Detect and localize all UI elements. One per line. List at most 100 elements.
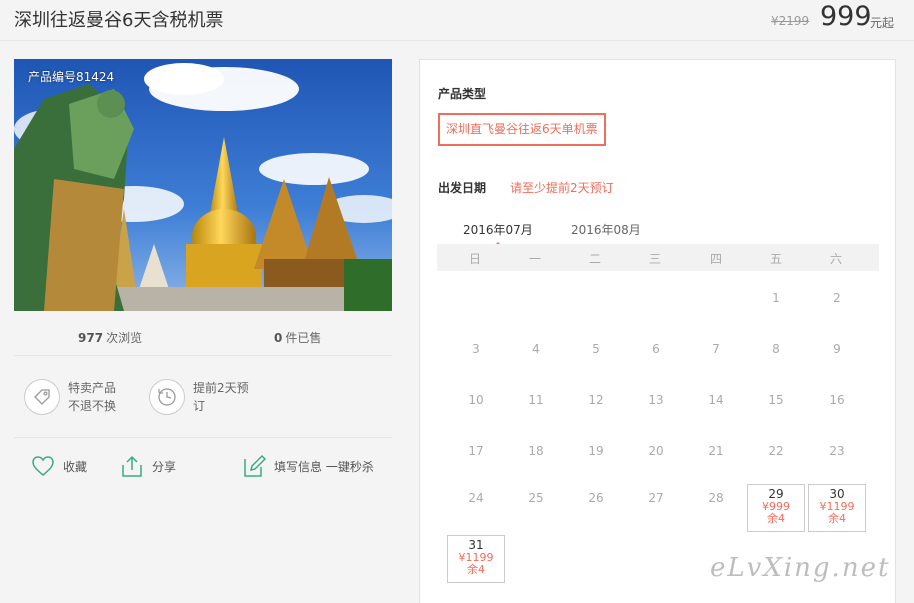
calendar-day-available[interactable]: 29 ¥999 余4 [747,484,805,532]
calendar-day: 10 [447,386,505,434]
original-price: ¥2199 [771,14,810,28]
feature-line-2: 订 [193,399,206,413]
sold-label: 件已售 [285,331,322,345]
weekday-sun: 日 [468,252,481,266]
calendar-day-available[interactable]: 30 ¥1199 余4 [808,484,866,532]
views-stat: 977 次浏览 [78,329,142,346]
day-number: 22 [768,444,784,458]
product-type-label: 产品类型 [438,87,487,101]
day-number: 14 [708,393,724,407]
favorite-label: 收藏 [63,459,88,474]
calendar-day: 19 [567,437,625,485]
feature-special-sale: 特卖产品 不退不换 [24,379,116,415]
product-code: 产品编号81424 [28,70,115,84]
calendar-day: 28 [687,484,745,532]
day-number: 15 [768,393,784,407]
calendar-day: 24 [447,484,505,532]
feature-advance-booking: 提前2天预 订 [149,379,249,415]
calendar-day: 18 [507,437,565,485]
day-number: 5 [592,342,600,356]
day-number: 23 [829,444,845,458]
share-label: 分享 [152,459,177,474]
temple-illustration [14,59,392,311]
feature-line-1: 特卖产品 [68,381,117,395]
depart-date-label: 出发日期 [438,181,487,195]
calendar-day: 15 [747,386,805,434]
day-remaining: 余4 [828,512,846,525]
views-label: 次浏览 [106,331,143,345]
product-features: 特卖产品 不退不换 提前2天预 订 [14,357,392,438]
day-number: 31 [468,538,484,552]
day-number: 7 [712,342,720,356]
calendar-day: 16 [808,386,866,434]
calendar-day: 23 [808,437,866,485]
edit-icon [244,454,266,477]
calendar-day: 13 [627,386,685,434]
share-icon [122,455,142,477]
calendar-day: 22 [747,437,805,485]
share-button[interactable]: 分享 [120,454,176,478]
day-number: 18 [528,444,544,458]
day-number: 30 [829,487,845,501]
day-number: 6 [652,342,660,356]
weekday-fri: 五 [769,252,782,266]
day-number: 28 [708,491,724,505]
day-number: 17 [468,444,484,458]
calendar-day: 26 [567,484,625,532]
weekday-wed: 三 [648,252,661,266]
calendar-day: 27 [627,484,685,532]
calendar-day: 11 [507,386,565,434]
day-number: 20 [648,444,664,458]
calendar-day: 6 [627,335,685,383]
calendar-day: 3 [447,335,505,383]
weekday-header: 日 一 二 三 四 五 六 [437,244,879,271]
booking-panel: 产品类型 深圳直飞曼谷往返6天单机票 出发日期 请至少提前2天预订 2016年0… [419,59,896,603]
calendar-day: 12 [567,386,625,434]
page-title: 深圳往返曼谷6天含税机票 [14,10,224,31]
calendar-day: 9 [808,335,866,383]
weekday-sat: 六 [829,252,842,266]
calendar-day-available[interactable]: 31 ¥1199 余4 [447,535,505,583]
sold-stat: 0 件已售 [274,329,321,346]
calendar-day: 1 [747,284,805,332]
product-photo: 产品编号81424 [14,59,392,311]
product-stats: 977 次浏览 0 件已售 [14,318,392,356]
weekday-thu: 四 [709,252,722,266]
calendar-day: 4 [507,335,565,383]
views-count: 977 [78,331,104,345]
favorite-button[interactable]: 收藏 [31,454,87,478]
product-actions: 收藏 分享 填写信息 一键秒杀 [14,452,392,486]
day-number: 12 [588,393,604,407]
day-number: 19 [588,444,604,458]
day-number: 25 [528,491,544,505]
feature-line-2: 不退不换 [68,399,117,413]
day-number: 9 [833,342,841,356]
clock-icon [149,379,185,415]
day-remaining: 余4 [767,512,785,525]
tag-icon [24,379,60,415]
price-unit: 元起 [870,16,895,30]
day-number: 24 [468,491,484,505]
tab-month-august[interactable]: 2016年08月 [571,221,641,244]
day-number: 26 [588,491,604,505]
calendar-day: 20 [627,437,685,485]
calendar-day: 14 [687,386,745,434]
product-type-option[interactable]: 深圳直飞曼谷往返6天单机票 [438,113,606,146]
fill-info-button[interactable]: 填写信息 一键秒杀 [242,454,374,478]
day-number: 29 [768,487,784,501]
day-number: 13 [648,393,664,407]
day-number: 10 [468,393,484,407]
day-number: 16 [829,393,845,407]
feature-line-1: 提前2天预 [193,381,249,395]
calendar-day: 17 [447,437,505,485]
calendar-day: 2 [808,284,866,332]
sold-count: 0 [274,331,283,345]
calendar-day: 7 [687,335,745,383]
current-price: 999 [820,1,872,32]
month-tabs: 2016年07月 2016年08月 [438,215,879,246]
day-number: 11 [528,393,544,407]
day-number: 2 [833,291,841,305]
day-number: 3 [472,342,480,356]
calendar-day: 5 [567,335,625,383]
tab-month-july[interactable]: 2016年07月 [463,221,533,246]
